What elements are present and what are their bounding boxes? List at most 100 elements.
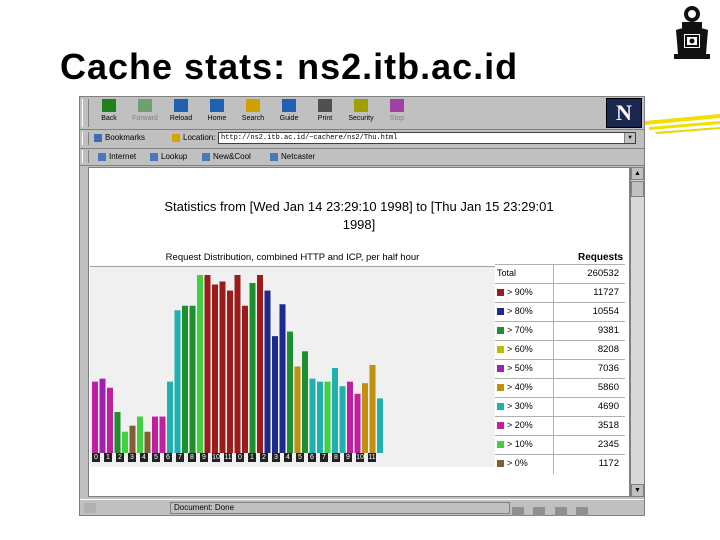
stats-label: > 50% [507,363,533,373]
stats-value: 4690 [597,401,619,412]
column-divider [553,436,554,455]
stats-row: > 40% 5860 [495,378,625,398]
conference-icon[interactable] [576,507,589,516]
link-new-cool[interactable]: New&Cool [202,152,251,161]
chart-bar [279,304,286,453]
link-icon [270,152,278,161]
x-tick-label: 9 [200,453,208,462]
mail-icon[interactable] [512,507,524,516]
print-button[interactable]: Print [308,99,342,127]
chart-bar [212,284,218,453]
reload-button[interactable]: Reload [164,99,198,127]
reload-label: Reload [169,115,193,122]
bookmarks-button[interactable]: Bookmarks [94,133,145,142]
link-lookup[interactable]: Lookup [150,152,187,161]
security-label: Security [348,115,374,122]
chart-bar [182,305,188,453]
legend-swatch [497,403,504,410]
stop-icon [390,99,404,112]
x-tick-label: 8 [188,453,196,462]
chart-bar [92,381,98,453]
security-button[interactable]: Security [344,99,378,127]
x-tick-label: 11 [224,453,232,462]
stats-label: > 90% [507,287,533,297]
news-icon[interactable] [533,507,546,516]
link-label: Lookup [161,152,188,161]
netscape-logo[interactable]: N [606,98,642,128]
x-tick-label: 11 [368,453,376,462]
x-tick-label: 2 [116,453,124,462]
chart-bar [257,275,263,453]
x-axis: 0 1 2 3 4 5 6 7 8 9 10 11 0 1 2 3 4 5 6 7 8 9 10 11 [92,453,382,463]
security-key-icon[interactable] [84,503,96,513]
url-dropdown-icon[interactable]: ▼ [624,133,635,143]
x-tick-label: 0 [92,453,100,462]
chart-bar [354,393,361,453]
personal-grip[interactable] [82,150,89,163]
link-label: Internet [109,152,137,161]
link-netcaster[interactable]: Netcaster [270,152,315,161]
url-field[interactable]: http://ns2.itb.ac.id/~cachere/ns2/Thu.ht… [218,132,636,144]
chart-bar [272,336,278,453]
x-tick-label: 1 [248,453,256,462]
toolbar-grip[interactable] [82,99,89,127]
x-tick-label: 0 [236,453,244,462]
chart-bar [204,275,211,453]
link-internet[interactable]: Internet [98,152,136,161]
x-tick-label: 4 [284,453,292,462]
legend-swatch [497,289,504,296]
scroll-down-icon[interactable]: ▼ [631,484,644,497]
bar-chart [92,275,383,453]
x-tick-label: 10 [356,453,364,462]
print-label: Print [317,115,333,122]
chart-bar [167,381,173,453]
back-button[interactable]: Back [92,99,126,127]
stats-row: > 30% 4690 [495,397,625,417]
chart-area [90,266,495,467]
stop-label: Stop [389,115,405,122]
stats-row: > 90% 11727 [495,283,625,303]
search-icon [246,99,260,112]
guide-button[interactable]: Guide [272,99,306,127]
column-divider [553,322,554,341]
stop-button[interactable]: Stop [380,99,414,127]
bookmarks-icon [94,133,102,142]
x-tick-label: 8 [332,453,340,462]
vertical-scrollbar[interactable]: ▲ ▼ [630,167,644,497]
status-bar: Document: Done [80,499,644,516]
stats-value: 2345 [597,439,619,450]
requests-header: Requests [577,252,623,263]
chart-bar [377,398,383,453]
legend-swatch [497,441,504,448]
scroll-up-icon[interactable]: ▲ [631,167,644,180]
browser-window: Back Forward Reload Home Search Guide Print Sec… [79,96,645,516]
x-tick-label: 4 [140,453,148,462]
x-tick-label: 6 [164,453,172,462]
stats-value: 7036 [597,363,619,374]
status-icons [512,503,593,521]
institution-logo-icon [674,6,710,59]
chart-bar [369,364,376,453]
x-tick-label: 2 [260,453,268,462]
link-icon [202,152,210,161]
column-divider [553,417,554,436]
legend-swatch [497,308,504,315]
chart-bar [122,431,128,453]
x-tick-label: 10 [212,453,220,462]
search-button[interactable]: Search [236,99,270,127]
chart-bar [219,281,226,453]
chart-bar [302,351,308,453]
guide-icon [282,99,296,112]
home-button[interactable]: Home [200,99,234,127]
requests-table: Requests Total 260532 > 90% 11727 > 80% 10554… [495,252,625,496]
chart-bar [339,386,346,453]
column-divider [553,265,554,284]
forward-button[interactable]: Forward [128,99,162,127]
stats-value: 10554 [592,306,619,317]
stats-value: 8208 [597,344,619,355]
back-arrow-icon [102,99,116,112]
scroll-thumb[interactable] [631,181,644,197]
location-grip[interactable] [82,132,89,145]
composer-icon[interactable] [554,507,567,516]
chart-bar [129,425,136,453]
